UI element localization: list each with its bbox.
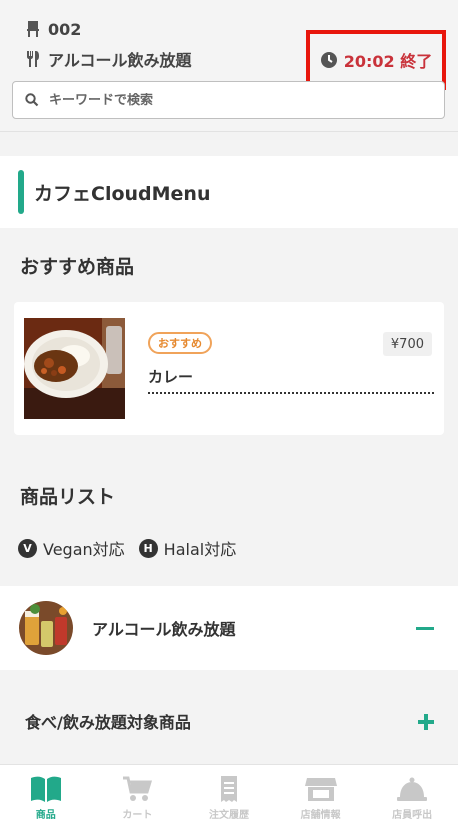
shop-title-bar: カフェCloudMenu (0, 156, 458, 228)
expand-icon[interactable] (418, 714, 434, 730)
search-icon (25, 93, 39, 107)
bell-icon (397, 777, 428, 801)
tab-menu-label: 商品 (35, 810, 56, 821)
legend-halal: H Halal対応 (138, 536, 237, 560)
chair-icon (24, 19, 42, 39)
collapse-icon[interactable] (416, 627, 434, 630)
tab-history-label: 注文履歴 (208, 810, 249, 821)
course-label: アルコール飲み放題 (48, 51, 192, 70)
category-all-you-can-label: 食べ/飲み放題対象商品 (25, 712, 191, 732)
vegan-icon: V (18, 538, 37, 558)
category-alcohol[interactable]: アルコール飲み放題 (0, 586, 458, 670)
tab-store-label: 店舗情報 (300, 810, 341, 821)
curry-image (24, 318, 125, 419)
menu-book-icon (30, 776, 61, 802)
recommend-badge: おすすめ (148, 332, 212, 354)
receipt-icon (220, 776, 237, 802)
product-list-heading: 商品リスト (20, 486, 116, 508)
end-time-label: 20:02 終了 (343, 52, 433, 71)
legend-vegan-label: Vegan対応 (43, 540, 125, 559)
recommended-heading: おすすめ商品 (20, 256, 135, 278)
recommended-item-card[interactable]: おすすめ ¥700 カレー (14, 302, 444, 435)
utensils-icon (24, 49, 42, 69)
bottom-tab-bar: 商品 カート 注文履歴 店舗情報 店員呼出 (0, 764, 458, 831)
tab-call-staff[interactable]: 店員呼出 (366, 765, 458, 831)
category-all-you-can[interactable]: 食べ/飲み放題対象商品 (0, 672, 458, 769)
course-name: アルコール飲み放題 (24, 47, 192, 71)
tab-history[interactable]: 注文履歴 (183, 765, 275, 831)
clock-icon (320, 52, 337, 68)
category-alcohol-label: アルコール飲み放題 (92, 620, 236, 639)
header: 002 アルコール飲み放題 20:02 終了 (0, 0, 458, 132)
legend-halal-label: Halal対応 (163, 540, 237, 559)
table-number: 002 (24, 19, 81, 39)
tab-menu[interactable]: 商品 (0, 765, 92, 831)
drinks-image (19, 601, 73, 655)
end-time: 20:02 終了 (320, 48, 433, 72)
legend-vegan: V Vegan対応 (18, 536, 125, 560)
tab-store[interactable]: 店舗情報 (275, 765, 367, 831)
search-bar[interactable] (12, 81, 445, 119)
item-name: カレー (148, 368, 194, 386)
dotted-divider (148, 392, 434, 394)
item-price: ¥700 (382, 332, 432, 356)
tab-call-staff-label: 店員呼出 (392, 810, 433, 821)
title-accent (18, 170, 24, 214)
halal-icon: H (138, 538, 158, 558)
store-icon (304, 778, 337, 801)
tab-cart[interactable]: カート (92, 765, 184, 831)
cart-icon (123, 776, 153, 801)
shop-title: カフェCloudMenu (34, 182, 211, 205)
tab-cart-label: カート (122, 810, 153, 821)
table-number-label: 002 (48, 19, 82, 39)
diet-legend: V Vegan対応 H Halal対応 (18, 536, 250, 560)
search-input[interactable] (49, 92, 409, 108)
